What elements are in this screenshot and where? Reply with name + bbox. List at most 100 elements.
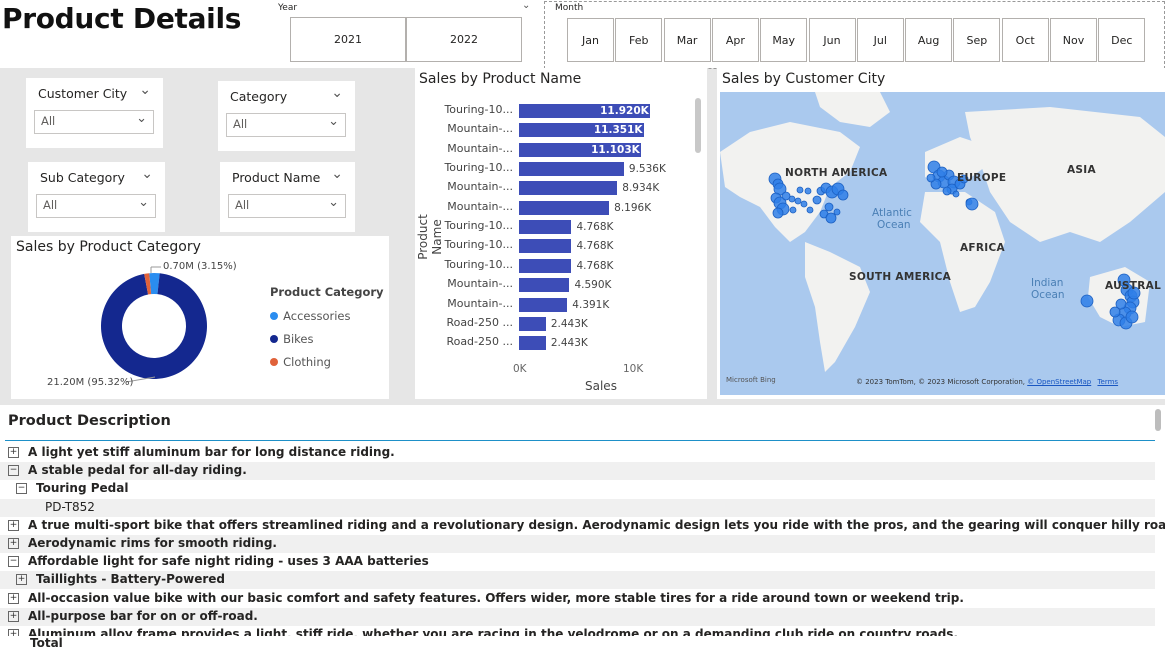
category-tick-label: Touring-10... (444, 257, 513, 271)
bing-logo: Microsoft Bing (726, 376, 776, 384)
legend-item-clothing[interactable]: Clothing (270, 351, 331, 370)
city-bubble[interactable] (772, 207, 784, 219)
month-option-jul[interactable]: Jul (856, 18, 904, 62)
city-bubble[interactable] (965, 197, 979, 211)
city-bubble[interactable] (788, 195, 796, 203)
year-option-2021[interactable]: 2021 (290, 17, 406, 62)
x-tick-label: 10K (623, 363, 644, 375)
expand-icon[interactable]: + (8, 629, 19, 636)
month-option-feb[interactable]: Feb (615, 18, 663, 62)
terms-link[interactable]: Terms (1097, 378, 1118, 386)
scrollbar[interactable] (695, 98, 701, 153)
product-name-dropdown[interactable]: All ⌄ (228, 194, 346, 218)
month-option-oct[interactable]: Oct (1001, 18, 1049, 62)
world-map[interactable] (720, 92, 1165, 395)
month-option-sep[interactable]: Sep (953, 18, 1001, 62)
table-row[interactable]: + Aerodynamic rims for smooth riding. (0, 535, 1155, 553)
city-bubble[interactable] (1125, 310, 1139, 324)
city-bubble[interactable] (789, 206, 797, 214)
city-bubble[interactable] (812, 195, 822, 205)
scrollbar[interactable] (1155, 409, 1161, 431)
table-row[interactable]: + A light yet stiff aluminum bar for long… (0, 444, 1155, 462)
expand-icon[interactable]: + (8, 538, 19, 549)
bar[interactable] (519, 162, 624, 177)
bar[interactable] (519, 336, 546, 351)
osm-link[interactable]: © OpenStreetMap (1027, 378, 1091, 386)
city-bubble[interactable] (794, 197, 802, 205)
city-bubble[interactable] (952, 190, 960, 198)
category-dropdown[interactable]: All ⌄ (226, 113, 346, 137)
city-bubble[interactable] (804, 187, 812, 195)
expand-icon[interactable]: + (8, 519, 19, 531)
month-option-jun[interactable]: Jun (808, 18, 856, 62)
chevron-down-icon: ⌄ (136, 111, 147, 126)
month-option-may[interactable]: May (760, 18, 808, 62)
bar[interactable] (519, 220, 572, 235)
chevron-down-icon[interactable]: ⌄ (331, 166, 343, 182)
chevron-down-icon[interactable]: ⌄ (522, 0, 530, 11)
bar-data-label: 8.196K (614, 201, 652, 214)
city-bubble[interactable] (806, 206, 814, 214)
month-option-apr[interactable]: Apr (711, 18, 759, 62)
bar-data-label: 4.590K (574, 279, 612, 292)
year-option-2022[interactable]: 2022 (406, 17, 522, 62)
city-bubble[interactable] (796, 186, 804, 194)
collapse-icon[interactable]: − (8, 556, 19, 568)
city-bubble[interactable] (1080, 294, 1094, 308)
month-option-mar[interactable]: Mar (663, 18, 711, 62)
chevron-down-icon[interactable]: ⌄ (331, 85, 343, 101)
city-bubble[interactable] (1109, 306, 1121, 318)
chevron-down-icon[interactable]: ⌄ (141, 166, 153, 182)
expand-icon[interactable]: + (8, 447, 19, 458)
slice-label-accessories: 0.70M (3.15%) (163, 261, 237, 272)
bar[interactable] (519, 297, 568, 312)
city-bubble[interactable] (837, 189, 849, 201)
month-option-dec[interactable]: Dec (1098, 18, 1146, 62)
month-option-nov[interactable]: Nov (1050, 18, 1097, 62)
bar[interactable] (519, 258, 572, 273)
legend-item-bikes[interactable]: Bikes (270, 328, 314, 347)
category-tick-label: Mountain-... (447, 199, 513, 213)
x-tick-label: 0K (513, 363, 527, 375)
expand-icon[interactable]: + (8, 592, 19, 604)
city-bubble[interactable] (800, 200, 808, 208)
city-bubble[interactable] (942, 186, 952, 196)
table-row[interactable]: + A true multi-sport bike that offers str… (0, 517, 1165, 535)
category-tick-label: Touring-10... (444, 238, 513, 252)
chevron-down-icon[interactable]: ⌄ (139, 82, 151, 98)
city-bubble[interactable] (833, 208, 841, 216)
sub-category-dropdown[interactable]: All ⌄ (36, 194, 156, 218)
expand-icon[interactable]: + (16, 574, 27, 586)
table-row[interactable]: − Touring Pedal (0, 480, 1155, 498)
table-row[interactable]: + Aluminum alloy frame provides a light, … (0, 626, 1155, 636)
customer-city-dropdown[interactable]: All ⌄ (34, 110, 154, 134)
table-row[interactable]: PD-T852 (0, 498, 1155, 517)
city-bubble[interactable] (824, 202, 834, 212)
month-option-aug[interactable]: Aug (905, 18, 953, 62)
table-row[interactable]: + All-purpose bar for on or off-road. (0, 607, 1155, 626)
city-bubble[interactable] (926, 173, 936, 183)
chevron-down-icon: ⌄ (138, 195, 149, 210)
bar[interactable] (519, 181, 618, 196)
city-bubble[interactable] (825, 212, 837, 224)
legend-item-accessories[interactable]: Accessories (270, 305, 351, 324)
collapse-icon[interactable]: − (16, 483, 27, 495)
bar[interactable] (519, 200, 610, 215)
x-axis-title: Sales (585, 379, 617, 393)
collapse-icon[interactable]: − (8, 465, 19, 477)
expand-icon[interactable]: + (8, 610, 19, 622)
table-row[interactable]: + Taillights - Battery-Powered (0, 571, 1155, 590)
month-option-jan[interactable]: Jan (567, 18, 614, 62)
bar[interactable] (519, 239, 572, 254)
city-bubble[interactable] (936, 166, 948, 178)
table-row[interactable]: + All-occasion value bike with our basic … (0, 590, 1155, 608)
table-row[interactable]: − Affordable light for safe night riding … (0, 553, 1155, 571)
table-row[interactable]: − A stable pedal for all-day riding. (0, 462, 1155, 481)
map-card: Sales by Customer City NORTH AMERICA EUR… (717, 68, 1165, 399)
bar[interactable] (519, 316, 546, 331)
row-text: All-purpose bar for on or off-road. (28, 608, 258, 623)
map-label-australia: AUSTRAL (1105, 280, 1162, 292)
bar[interactable] (519, 278, 570, 293)
bar-data-label: 11.103K (591, 143, 640, 156)
bar-data-label: 4.768K (576, 259, 614, 272)
